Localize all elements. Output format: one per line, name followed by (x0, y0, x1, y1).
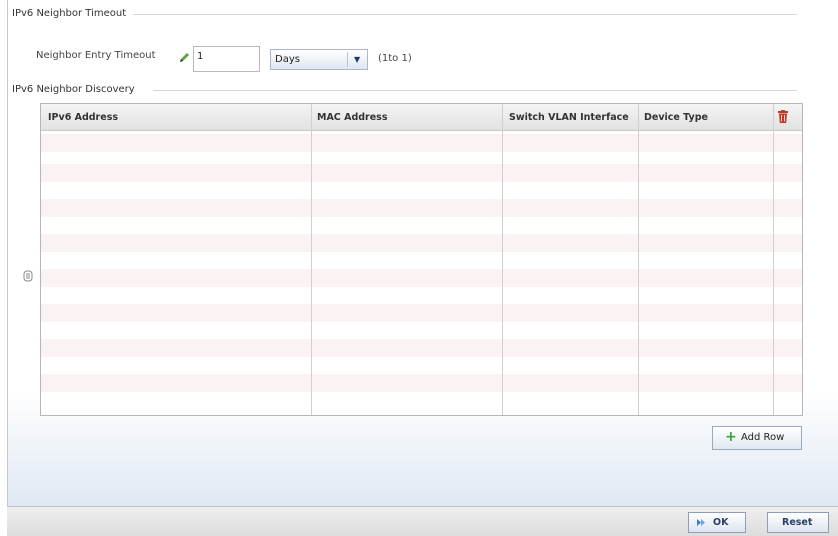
reset-button[interactable]: Reset (767, 512, 829, 533)
table-row (41, 339, 802, 357)
ok-button[interactable]: OK (688, 512, 746, 533)
table-row (41, 374, 802, 392)
reset-label: Reset (782, 517, 813, 528)
discovery-section-divider (153, 90, 797, 91)
timeout-section-title: IPv6 Neighbor Timeout (12, 8, 127, 19)
column-header-switch-vlan-interface[interactable]: Switch VLAN Interface (509, 112, 629, 123)
table-header: IPv6 Address MAC Address Switch VLAN Int… (41, 104, 802, 131)
table-row (41, 199, 802, 217)
trash-icon[interactable] (778, 110, 788, 123)
config-panel: IPv6 Neighbor Timeout Neighbor Entry Tim… (7, 0, 838, 506)
table-row (41, 304, 802, 322)
select-separator (347, 52, 348, 67)
discovery-section-title: IPv6 Neighbor Discovery (12, 84, 135, 95)
plus-icon: + (725, 429, 737, 445)
drag-handle-icon[interactable] (23, 270, 33, 282)
table-row (41, 164, 802, 182)
pencil-icon (180, 53, 189, 62)
neighbor-entry-timeout-input[interactable]: 1 (193, 46, 260, 72)
column-header-ipv6-address[interactable]: IPv6 Address (48, 112, 118, 123)
neighbor-entry-timeout-label: Neighbor Entry Timeout (36, 50, 156, 61)
chevron-down-icon: ▼ (354, 55, 361, 64)
ipv6-neighbor-discovery-table: IPv6 Address MAC Address Switch VLAN Int… (40, 103, 803, 416)
table-row (41, 269, 802, 287)
column-header-mac-address[interactable]: MAC Address (317, 112, 387, 123)
add-row-label: Add Row (741, 432, 785, 443)
timeout-unit-value: Days (275, 54, 300, 65)
ok-label: OK (713, 517, 729, 528)
check-arrow-icon (697, 519, 705, 526)
column-divider (638, 104, 639, 415)
column-divider (773, 104, 774, 415)
timeout-range-hint: (1to 1) (378, 53, 412, 64)
table-row (41, 234, 802, 252)
timeout-section-divider (133, 14, 797, 15)
add-row-button[interactable]: + Add Row (712, 426, 802, 450)
column-header-device-type[interactable]: Device Type (644, 112, 708, 123)
table-row (41, 134, 802, 152)
column-divider (311, 104, 312, 415)
column-divider (502, 104, 503, 415)
timeout-unit-select[interactable]: Days ▼ (270, 49, 368, 70)
footer-bar: OK Reset (7, 506, 838, 536)
